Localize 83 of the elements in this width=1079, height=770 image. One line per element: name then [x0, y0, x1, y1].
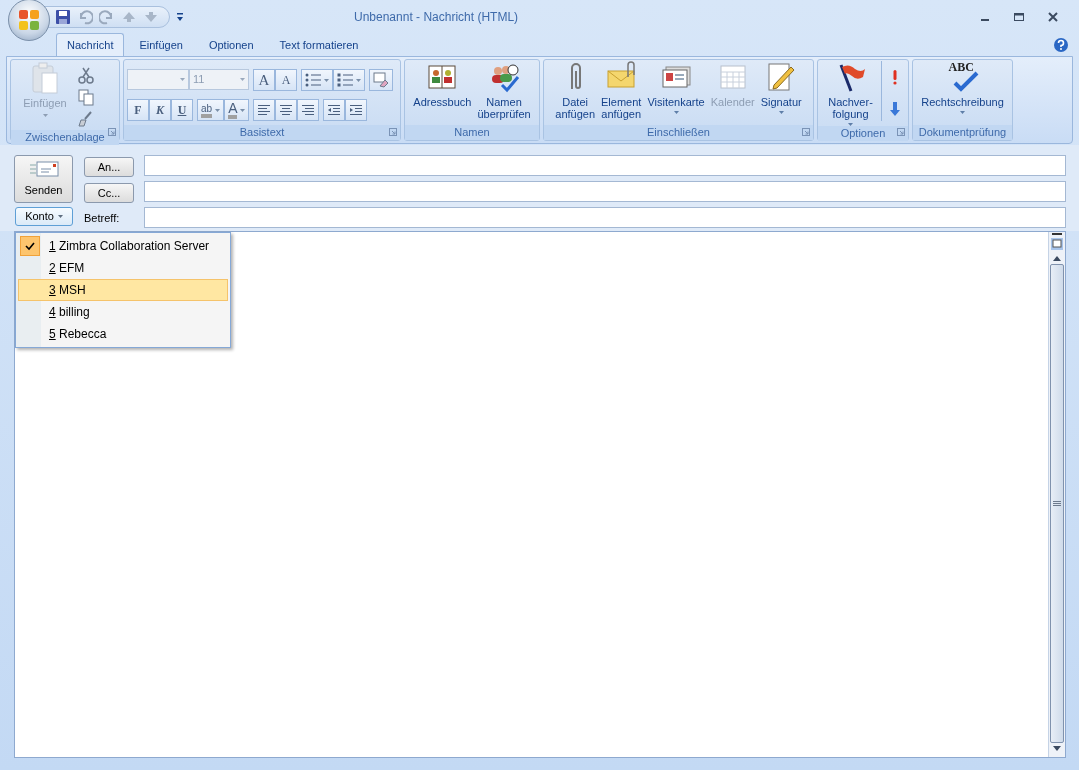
caret-icon — [778, 111, 784, 114]
ribbon-button[interactable]: Signatur — [758, 61, 804, 114]
subject-field[interactable] — [144, 207, 1066, 228]
window-title: Unbenannt - Nachricht (HTML) — [354, 9, 519, 26]
numbered-list-icon — [337, 73, 353, 87]
format-button[interactable]: K — [149, 99, 171, 121]
down-arrow-icon[interactable] — [889, 101, 900, 117]
dialog-launcher-icon[interactable] — [802, 128, 810, 136]
recipient-field[interactable] — [144, 181, 1066, 202]
caret-icon — [42, 114, 48, 117]
redo-icon[interactable] — [99, 9, 115, 25]
group-label: Dokumentprüfung — [918, 126, 1007, 138]
ribbon-button[interactable]: Datei anfügen — [553, 61, 598, 120]
office-menu-button[interactable] — [8, 0, 50, 41]
eraser-icon — [373, 72, 389, 88]
scissors-icon[interactable] — [78, 66, 94, 84]
caret-icon — [240, 108, 246, 112]
clipboard-icon — [32, 62, 58, 94]
decrease-indent-button[interactable] — [323, 99, 346, 121]
send-button[interactable]: Senden — [14, 155, 73, 203]
copy-icon[interactable] — [78, 88, 94, 106]
recipient-button[interactable]: Cc... — [84, 183, 134, 203]
caret-icon — [215, 108, 221, 112]
recipient-field[interactable] — [144, 155, 1066, 176]
dialog-launcher-icon[interactable] — [108, 128, 116, 136]
increase-indent-icon — [349, 104, 364, 116]
maximize-icon[interactable] — [1013, 11, 1025, 23]
format-button[interactable]: F — [127, 99, 149, 121]
align-center-button[interactable] — [275, 99, 298, 121]
ribbon-tab[interactable]: Text formatieren — [268, 32, 370, 56]
bullet-list-icon — [305, 73, 321, 87]
close-icon[interactable] — [1047, 11, 1059, 23]
grid-logo-icon — [17, 8, 41, 32]
bullet-list-button[interactable] — [301, 69, 333, 91]
ribbon-tab[interactable]: Optionen — [197, 32, 265, 56]
increase-indent-button[interactable] — [345, 99, 368, 121]
font-name-field[interactable] — [127, 69, 189, 90]
group-label: Einschließen — [647, 126, 710, 138]
ribbon-button[interactable]: ABC Rechtschreibung — [919, 61, 1006, 114]
exclamation-icon[interactable] — [890, 69, 899, 85]
ribbon-tab[interactable]: Einfügen — [128, 32, 194, 56]
ribbon-button[interactable]: Namen überprüfen — [475, 61, 533, 120]
subject-label: Betreff: — [84, 210, 120, 226]
caret-icon — [240, 78, 245, 81]
font-color-button[interactable]: A — [224, 99, 250, 121]
caret-icon — [960, 111, 965, 114]
ribbon-tab[interactable]: Nachricht — [56, 32, 125, 56]
numbered-list-button[interactable] — [333, 69, 365, 91]
shrink-font-button[interactable]: A — [275, 69, 297, 91]
undo-icon[interactable] — [77, 9, 93, 25]
clear-formatting-button[interactable] — [369, 69, 393, 91]
caret-icon — [57, 215, 63, 218]
help-icon[interactable] — [1053, 37, 1069, 53]
highlight-button[interactable]: ab — [197, 99, 225, 121]
ribbon-button[interactable]: Element anfügen — [599, 61, 644, 120]
group-label: Namen — [454, 126, 490, 138]
caret-icon — [356, 78, 361, 82]
caret-icon — [673, 111, 679, 114]
group-label: Zwischenablage — [25, 131, 105, 143]
brush-icon[interactable] — [78, 110, 94, 128]
ribbon-button[interactable]: Nachver-folgung — [826, 61, 875, 126]
align-center-icon — [279, 104, 294, 116]
dialog-launcher-icon[interactable] — [389, 128, 397, 136]
align-right-button[interactable] — [297, 99, 320, 121]
group-label: Optionen — [840, 127, 886, 139]
align-right-icon — [301, 104, 316, 116]
ribbon-button[interactable]: Visitenkarte — [645, 61, 707, 114]
caret-icon — [180, 78, 185, 81]
group-label: Basistext — [239, 126, 285, 138]
align-left-button[interactable] — [253, 99, 276, 121]
decrease-indent-icon — [327, 104, 342, 116]
account-button[interactable]: Konto — [15, 207, 73, 226]
ribbon-button[interactable]: Adressbuch — [411, 61, 474, 108]
grow-font-button[interactable]: A — [253, 69, 275, 91]
save-icon[interactable] — [55, 9, 71, 25]
format-button[interactable]: U — [171, 99, 193, 121]
caret-icon — [324, 78, 329, 82]
dialog-launcher-icon[interactable] — [897, 128, 905, 136]
envelope-icon — [28, 159, 59, 178]
recipient-button[interactable]: An... — [84, 157, 134, 177]
customize-toolbar-icon[interactable] — [176, 12, 184, 22]
align-left-icon — [257, 104, 272, 116]
icon-text: ABC — [948, 60, 974, 75]
